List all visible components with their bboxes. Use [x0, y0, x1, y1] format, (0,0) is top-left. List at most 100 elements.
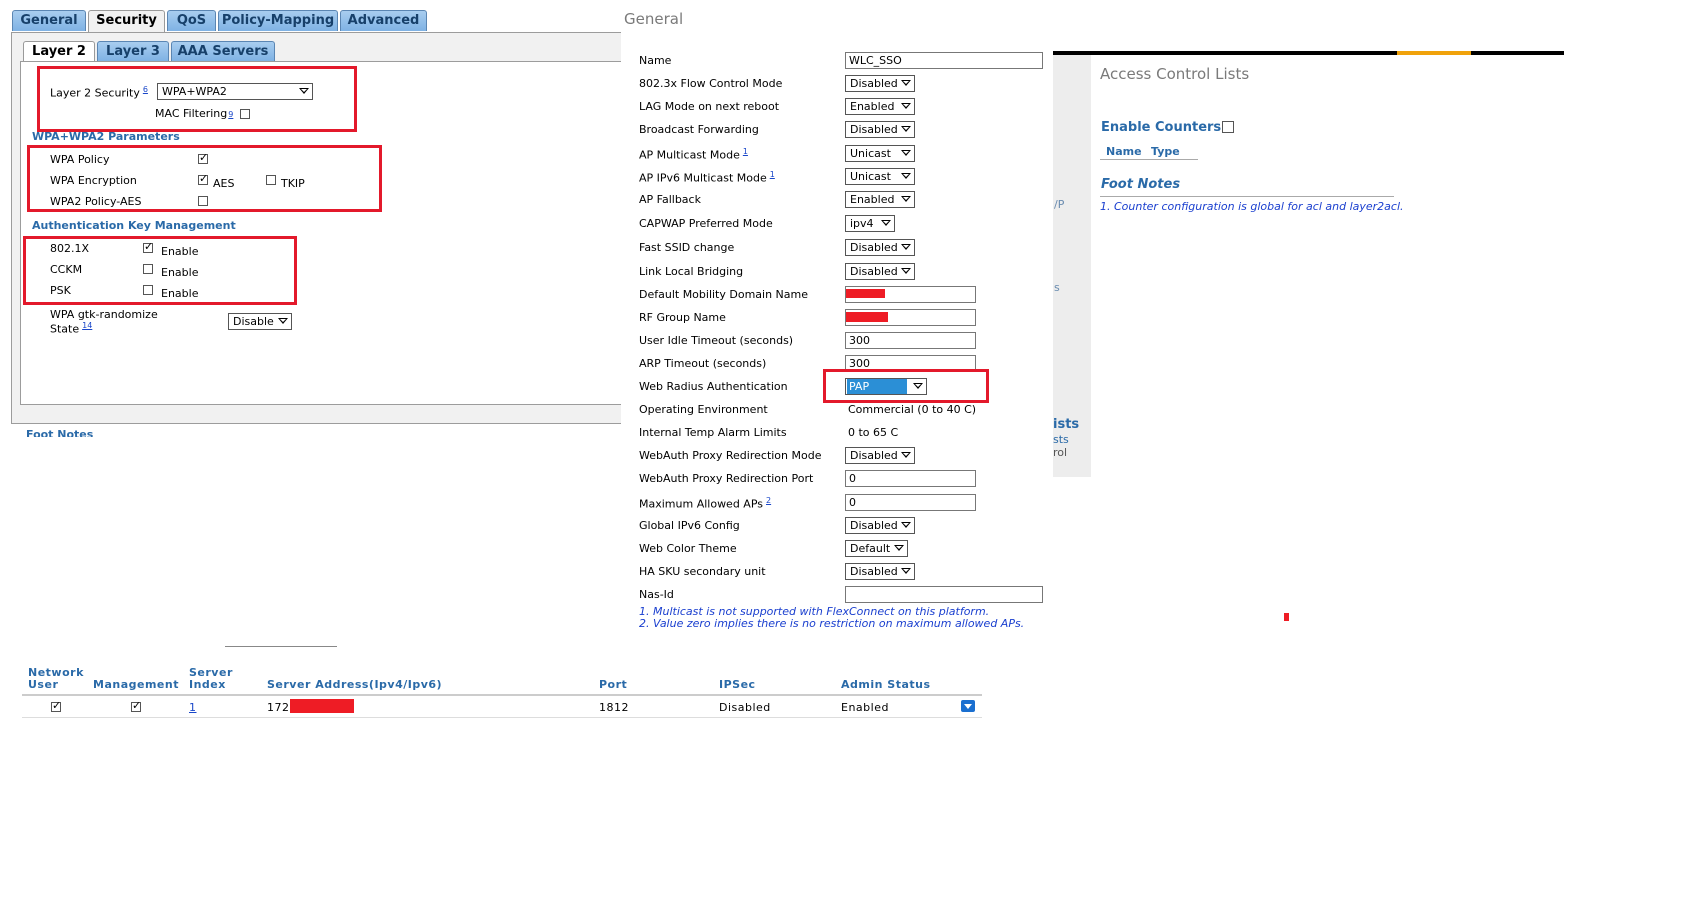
- redaction-mark: [846, 312, 888, 322]
- link-local-bridging-select[interactable]: Disabled: [845, 263, 915, 280]
- divider: [225, 646, 337, 647]
- general-row-label: ARP Timeout (seconds): [639, 357, 767, 370]
- chevron-down-icon: [901, 80, 911, 86]
- general-row-label: User Idle Timeout (seconds): [639, 334, 794, 347]
- enable-counters-checkbox[interactable]: [1222, 121, 1234, 133]
- general-title: General: [624, 10, 684, 28]
- tab-advanced[interactable]: Advanced: [340, 10, 427, 31]
- divider: [1100, 159, 1198, 160]
- capwap-preferred-mode-select[interactable]: ipv4: [845, 215, 895, 232]
- highlight-box: [37, 66, 357, 132]
- acl-top-bar: [1471, 51, 1564, 55]
- redaction-mark: [1284, 613, 1289, 621]
- lag-mode-on-next-reboot-select[interactable]: Enabled: [845, 98, 915, 115]
- general-row-label: Global IPv6 Config: [639, 519, 740, 532]
- server-index-link[interactable]: 1: [189, 701, 197, 714]
- gtk-randomize-select[interactable]: Disable: [228, 313, 292, 330]
- general-row-label: Operating Environment: [639, 403, 768, 416]
- nas-id-input[interactable]: [845, 586, 1043, 603]
- chevron-down-icon: [901, 244, 911, 250]
- global-ipv6-config-select[interactable]: Disabled: [845, 517, 915, 534]
- footnote-link[interactable]: 1: [743, 147, 748, 156]
- user-idle-timeout-seconds-input[interactable]: 300: [845, 332, 976, 349]
- acl-title: Access Control Lists: [1100, 65, 1250, 83]
- broadcast-forwarding-select[interactable]: Disabled: [845, 121, 915, 138]
- internal-temp-alarm-limits-value: 0 to 65 C: [848, 426, 899, 439]
- cut-fragment: s: [1054, 281, 1060, 294]
- ap-multicast-mode-select[interactable]: Unicast: [845, 145, 915, 162]
- operating-environment-value: Commercial (0 to 40 C): [848, 403, 977, 416]
- acl-top-bar-accent: [1397, 51, 1471, 55]
- divider: [22, 694, 982, 696]
- general-row-label: Nas-Id: [639, 588, 674, 601]
- cut-fragment: ists: [1053, 417, 1080, 432]
- tab-qos[interactable]: QoS: [167, 10, 216, 31]
- management-checkbox[interactable]: [131, 699, 141, 712]
- cut-fragment: /P: [1054, 198, 1065, 211]
- general-row-label: Name: [639, 54, 672, 67]
- ipsec-status: Disabled: [719, 701, 771, 714]
- enable-counters-label: Enable Counters: [1101, 120, 1222, 135]
- row-menu-button[interactable]: [961, 700, 975, 712]
- acl-col-type: Type: [1151, 145, 1180, 158]
- tab-security[interactable]: Security: [88, 10, 165, 33]
- highlight-box: [27, 145, 382, 212]
- general-row-label: Maximum Allowed APs 2: [639, 496, 772, 511]
- chevron-down-icon: [901, 522, 911, 528]
- fast-ssid-change-select[interactable]: Disabled: [845, 239, 915, 256]
- ha-sku-secondary-unit-select[interactable]: Disabled: [845, 563, 915, 580]
- general-row-label: Web Color Theme: [639, 542, 737, 555]
- tab-general[interactable]: General: [12, 10, 86, 31]
- subtab-layer3[interactable]: Layer 3: [97, 41, 169, 61]
- acl-top-bar: [1053, 51, 1397, 55]
- general-row-label: CAPWAP Preferred Mode: [639, 217, 773, 230]
- highlight-box: [823, 369, 989, 403]
- gtk-randomize-label: WPA gtk-randomize: [50, 308, 158, 321]
- chevron-down-icon: [964, 704, 972, 709]
- webauth-proxy-redirection-port-input[interactable]: 0: [845, 470, 976, 487]
- chevron-down-icon: [901, 452, 911, 458]
- general-row-label: 802.3x Flow Control Mode: [639, 77, 783, 90]
- general-row-label: Broadcast Forwarding: [639, 123, 759, 136]
- col-server-index: Server Index: [189, 666, 233, 691]
- chevron-down-icon: [901, 268, 911, 274]
- subtab-layer2[interactable]: Layer 2: [23, 41, 95, 63]
- gtk-state-label: State 14: [50, 321, 93, 336]
- acl-col-name: Name: [1106, 145, 1142, 158]
- general-note: 2. Value zero implies there is no restri…: [639, 617, 1025, 630]
- footnote-link[interactable]: 2: [766, 496, 771, 505]
- network-user-checkbox[interactable]: [51, 699, 61, 712]
- web-color-theme-select[interactable]: Default: [845, 540, 908, 557]
- general-row-label: AP Multicast Mode 1: [639, 147, 748, 162]
- chevron-down-icon: [901, 568, 911, 574]
- general-row-label: Internal Temp Alarm Limits: [639, 426, 787, 439]
- webauth-proxy-redirection-mode-select[interactable]: Disabled: [845, 447, 915, 464]
- col-network-user: Network User: [28, 666, 84, 691]
- general-row-label: RF Group Name: [639, 311, 726, 324]
- acl-foot-note: 1. Counter configuration is global for a…: [1100, 200, 1404, 213]
- tab-policy-mapping[interactable]: Policy-Mapping: [218, 10, 338, 31]
- akm-heading: Authentication Key Management: [32, 219, 236, 232]
- footnote-link[interactable]: 14: [82, 321, 92, 330]
- maximum-allowed-aps-input[interactable]: 0: [845, 494, 976, 511]
- subtab-aaa-servers[interactable]: AAA Servers: [171, 41, 275, 61]
- general-row-label: AP Fallback: [639, 193, 701, 206]
- col-port: Port: [599, 678, 628, 691]
- cut-fragment: rol: [1053, 446, 1068, 459]
- chevron-down-icon: [901, 103, 911, 109]
- redaction-mark: [846, 289, 885, 298]
- ap-ipv6-multicast-mode-select[interactable]: Unicast: [845, 168, 915, 185]
- 802-3x-flow-control-mode-select[interactable]: Disabled: [845, 75, 915, 92]
- footnote-link[interactable]: 1: [770, 170, 775, 179]
- general-row-label: LAG Mode on next reboot: [639, 100, 780, 113]
- chevron-down-icon: [881, 220, 891, 226]
- col-management: Management: [93, 678, 179, 691]
- general-row-label: AP IPv6 Multicast Mode 1: [639, 170, 775, 185]
- chevron-down-icon: [901, 196, 911, 202]
- name-input[interactable]: WLC_SSO: [845, 52, 1043, 69]
- general-row-label: Web Radius Authentication: [639, 380, 788, 393]
- ap-fallback-select[interactable]: Enabled: [845, 191, 915, 208]
- acl-foot-notes-title: Foot Notes: [1101, 177, 1181, 192]
- redaction-mark: [290, 699, 354, 713]
- admin-status: Enabled: [841, 701, 889, 714]
